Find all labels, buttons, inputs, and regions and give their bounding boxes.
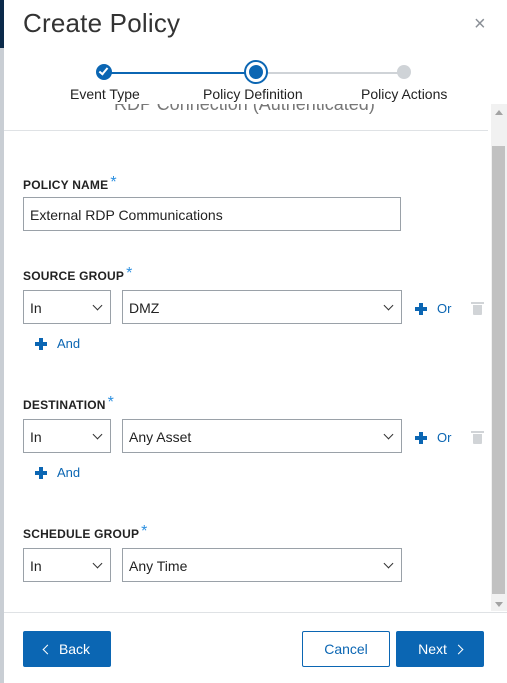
schedule-group-selected-value: Any Time: [129, 558, 188, 574]
event-type-name: RDP Connection (Authenticated): [114, 104, 375, 114]
back-button[interactable]: Back: [23, 631, 111, 667]
policy-name-label: POLICY NAME *: [23, 174, 117, 194]
stepper-progress-line: [104, 72, 256, 74]
required-asterisk: *: [141, 523, 148, 540]
cancel-button[interactable]: Cancel: [302, 631, 390, 667]
chevron-down-icon: [383, 558, 394, 569]
chevron-down-icon: [92, 429, 103, 440]
source-group-selected-value: DMZ: [129, 300, 160, 316]
add-or-plus-icon[interactable]: [415, 303, 427, 315]
schedule-group-operator-value: In: [30, 558, 42, 574]
section-divider: [4, 130, 488, 131]
chevron-left-icon: [42, 644, 53, 655]
chevron-right-icon: [453, 644, 464, 655]
destination-label-text: DESTINATION: [23, 398, 106, 412]
chevron-down-icon: [383, 300, 394, 311]
step-label-event-type[interactable]: Event Type: [70, 86, 140, 102]
policy-name-input[interactable]: External RDP Communications: [23, 197, 401, 231]
scrollbar-thumb[interactable]: [492, 146, 505, 594]
source-group-operator-value: In: [30, 300, 42, 316]
required-asterisk: *: [110, 174, 117, 191]
step-label-policy-actions: Policy Actions: [361, 86, 448, 102]
source-group-and-link[interactable]: And: [57, 336, 80, 351]
destination-label: DESTINATION *: [23, 394, 115, 414]
next-button[interactable]: Next: [396, 631, 484, 667]
destination-operator-value: In: [30, 429, 42, 445]
policy-name-label-text: POLICY NAME: [23, 178, 109, 192]
trash-icon[interactable]: [471, 302, 484, 315]
step-active-icon[interactable]: [246, 62, 266, 82]
trash-icon[interactable]: [471, 431, 484, 444]
footer-divider: [4, 612, 507, 613]
cancel-button-label: Cancel: [324, 641, 368, 657]
source-group-label: SOURCE GROUP *: [23, 265, 133, 285]
schedule-group-label-text: SCHEDULE GROUP: [23, 527, 140, 541]
destination-operator-select[interactable]: In: [23, 419, 111, 453]
chevron-down-icon: [92, 300, 103, 311]
add-and-plus-icon[interactable]: [35, 338, 47, 350]
required-asterisk: *: [126, 265, 133, 282]
dialog-title: Create Policy: [23, 8, 181, 38]
vertical-scrollbar[interactable]: [491, 104, 507, 611]
add-or-plus-icon[interactable]: [415, 432, 427, 444]
next-button-label: Next: [418, 641, 447, 657]
schedule-group-value-select[interactable]: Any Time: [122, 548, 402, 582]
source-group-label-text: SOURCE GROUP: [23, 269, 125, 283]
scroll-up-arrow-icon[interactable]: [495, 110, 503, 115]
required-asterisk: *: [107, 394, 115, 411]
schedule-group-operator-select[interactable]: In: [23, 548, 111, 582]
step-complete-check-icon[interactable]: [96, 64, 112, 80]
source-group-value-select[interactable]: DMZ: [122, 290, 402, 324]
destination-or-link[interactable]: Or: [437, 430, 451, 445]
source-group-or-link[interactable]: Or: [437, 301, 451, 316]
destination-selected-value: Any Asset: [129, 429, 192, 445]
chevron-down-icon: [92, 558, 103, 569]
step-label-policy-definition: Policy Definition: [203, 86, 303, 102]
form-scroll-area[interactable]: RDP Connection (Authenticated) POLICY NA…: [4, 104, 507, 611]
step-pending-icon: [397, 65, 411, 79]
scroll-down-arrow-icon[interactable]: [495, 602, 503, 607]
destination-value-select[interactable]: Any Asset: [122, 419, 402, 453]
close-icon[interactable]: ×: [474, 12, 486, 36]
source-group-operator-select[interactable]: In: [23, 290, 111, 324]
back-button-label: Back: [58, 641, 91, 657]
add-and-plus-icon[interactable]: [35, 467, 47, 479]
destination-and-link[interactable]: And: [57, 465, 80, 480]
chevron-down-icon: [383, 429, 394, 440]
stepper-remaining-line: [256, 72, 404, 74]
create-policy-dialog: Create Policy × Event Type Policy Defini…: [4, 0, 507, 683]
schedule-group-label: SCHEDULE GROUP *: [23, 523, 148, 543]
